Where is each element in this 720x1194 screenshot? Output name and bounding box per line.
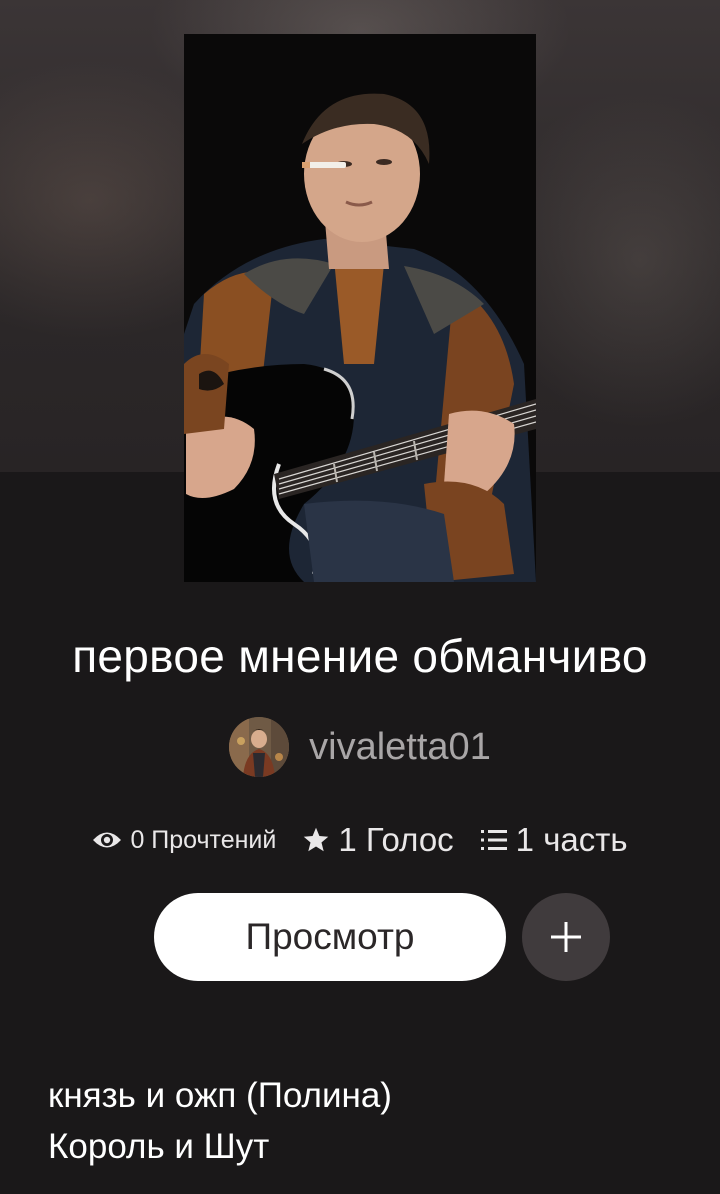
- reads-stat: 0 Прочтений: [92, 826, 276, 855]
- story-title: первое мнение обманчиво: [72, 630, 648, 682]
- author-row[interactable]: vivaletta01: [0, 716, 720, 778]
- cover-image[interactable]: [184, 34, 536, 582]
- tag-item[interactable]: Король и Шут: [48, 1121, 392, 1172]
- story-tags: князь и ожп (Полина) Король и Шут: [48, 1070, 392, 1172]
- view-button[interactable]: Просмотр: [154, 893, 506, 981]
- reads-count: 0 Прочтений: [130, 825, 277, 854]
- plus-icon: [549, 920, 583, 954]
- stats-row: 0 Прочтений 1 Голос 1 часть: [0, 814, 720, 866]
- story-page: первое мнение обманчиво vivaletta01 0 Пр…: [0, 0, 720, 1194]
- list-icon: [480, 827, 508, 853]
- eye-icon: [92, 829, 122, 851]
- parts-stat: 1 часть: [480, 821, 628, 859]
- view-button-label: Просмотр: [245, 916, 415, 957]
- votes-count: 1 Голос: [338, 821, 454, 858]
- votes-stat: 1 Голос: [302, 821, 454, 859]
- add-to-library-button[interactable]: [522, 893, 610, 981]
- author-avatar[interactable]: [229, 717, 290, 777]
- parts-count: 1 часть: [515, 821, 628, 858]
- author-name[interactable]: vivaletta01: [309, 725, 491, 769]
- actions-row: Просмотр: [0, 892, 720, 982]
- tag-item[interactable]: князь и ожп (Полина): [48, 1070, 392, 1121]
- star-icon: [302, 826, 330, 854]
